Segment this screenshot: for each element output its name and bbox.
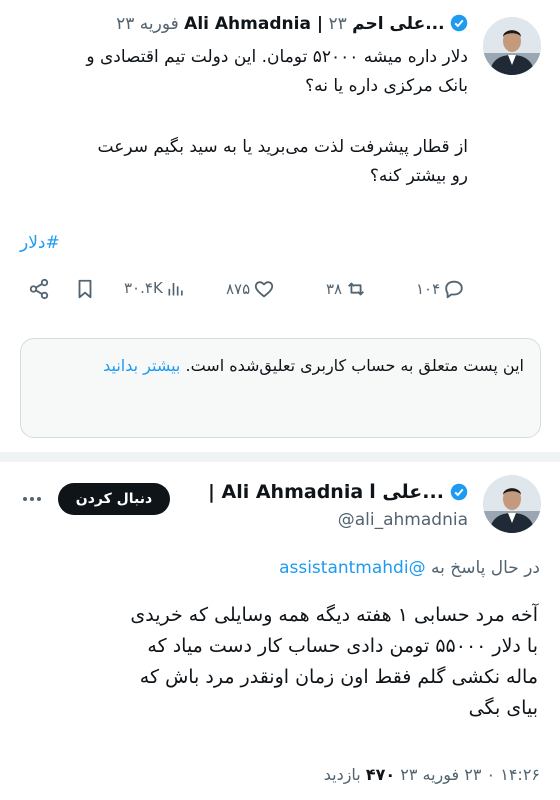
- tweet-text-line: رو بیشتر کنه؟: [369, 166, 468, 186]
- display-name-en[interactable]: Ali Ahmadnia |: [208, 481, 363, 503]
- more-dots-icon: [23, 497, 41, 501]
- hashtag-link[interactable]: #دلار: [20, 233, 60, 253]
- reply-header: ...علی ا Ali Ahmadnia |: [198, 481, 468, 503]
- tweet-text-line: بانک مرکزی داره یا نه؟: [305, 76, 468, 96]
- display-name-fa[interactable]: ...علی احم: [352, 14, 444, 34]
- reply-text-line: با دلار ۵۵۰۰۰ تومن دادی حساب کار دست میا…: [147, 635, 538, 657]
- notice-text: این پست متعلق به حساب کاربری تعلیق‌شده ا…: [185, 356, 524, 375]
- display-name-en[interactable]: Ali Ahmadnia |: [184, 14, 323, 34]
- retweet-button[interactable]: ۳۸: [326, 278, 367, 300]
- reply-avatar[interactable]: [483, 475, 541, 533]
- reply-views-count: ۴۷۰: [365, 765, 396, 784]
- bookmark-icon: [78, 279, 92, 299]
- reply-bubble-icon: [445, 280, 463, 299]
- share-button[interactable]: [28, 278, 50, 304]
- reply-button[interactable]: ۱۰۴: [416, 278, 465, 300]
- more-options-button[interactable]: [20, 489, 44, 509]
- heart-icon: [255, 281, 274, 298]
- reply-text-line: بیای بگی: [468, 697, 538, 719]
- reply-count: ۱۰۴: [416, 280, 441, 298]
- retweet-count: ۳۸: [326, 280, 343, 298]
- share-icon: [29, 278, 49, 300]
- replying-to-handle[interactable]: @assistantmahdi: [279, 558, 426, 578]
- tweet-text-line: از قطار پیشرفت لذت می‌برید یا به سید بگی…: [97, 137, 468, 157]
- learn-more-link[interactable]: بیشتر بدانید: [103, 356, 180, 375]
- avatar-image: [483, 17, 541, 75]
- reply-handle[interactable]: @ali_ahmadnia: [300, 510, 468, 530]
- tweet-text: دلار داره میشه ۵۲۰۰۰ تومان. این دولت تیم…: [8, 43, 468, 191]
- section-divider: [0, 452, 560, 462]
- tweet-text-line: دلار داره میشه ۵۲۰۰۰ تومان. این دولت تیم…: [86, 47, 468, 67]
- like-button[interactable]: ۸۷۵: [226, 278, 275, 300]
- like-count: ۸۷۵: [226, 280, 251, 298]
- display-name-fa[interactable]: ...علی ا: [369, 481, 444, 503]
- views-button[interactable]: ۳۰.۴K: [124, 278, 186, 298]
- reply-meta: ۱۴:۲۶ ۰ ۲۳ فوریه ۲۳ ۴۷۰ بازدید: [20, 765, 540, 784]
- reply-text-line: ماله نکشی گلم فقط اون زمان اونقدر مرد با…: [139, 666, 538, 688]
- views-icon: [168, 283, 183, 296]
- replying-to: در حال پاسخ به @assistantmahdi: [20, 558, 540, 578]
- avatar-image: [483, 475, 541, 533]
- reply-views-label: بازدید: [323, 765, 361, 784]
- reply-text: آخه مرد حسابی ۱ هفته دیگه همه وسایلی که …: [18, 600, 538, 724]
- follow-button[interactable]: دنبال کردن: [58, 483, 170, 515]
- avatar[interactable]: [483, 17, 541, 75]
- replying-prefix: در حال پاسخ به: [430, 558, 540, 578]
- verified-badge-icon: [450, 14, 468, 32]
- verified-badge-icon: [450, 483, 468, 501]
- reply-text-line: آخه مرد حسابی ۱ هفته دیگه همه وسایلی که …: [130, 604, 538, 626]
- bookmark-button[interactable]: [74, 278, 96, 304]
- views-count: ۳۰.۴K: [124, 279, 163, 297]
- action-bar: ۳۰.۴K ۸۷۵ ۳۸ ۱۰۴: [28, 276, 468, 304]
- reply-timestamp[interactable]: ۱۴:۲۶ ۰ ۲۳ فوریه ۲۳: [400, 765, 540, 784]
- suspended-notice: این پست متعلق به حساب کاربری تعلیق‌شده ا…: [20, 338, 541, 438]
- tweet-header: ...علی احم Ali Ahmadnia | ۲۳ فوریه ۲۳: [18, 14, 468, 34]
- retweet-icon: [348, 282, 365, 296]
